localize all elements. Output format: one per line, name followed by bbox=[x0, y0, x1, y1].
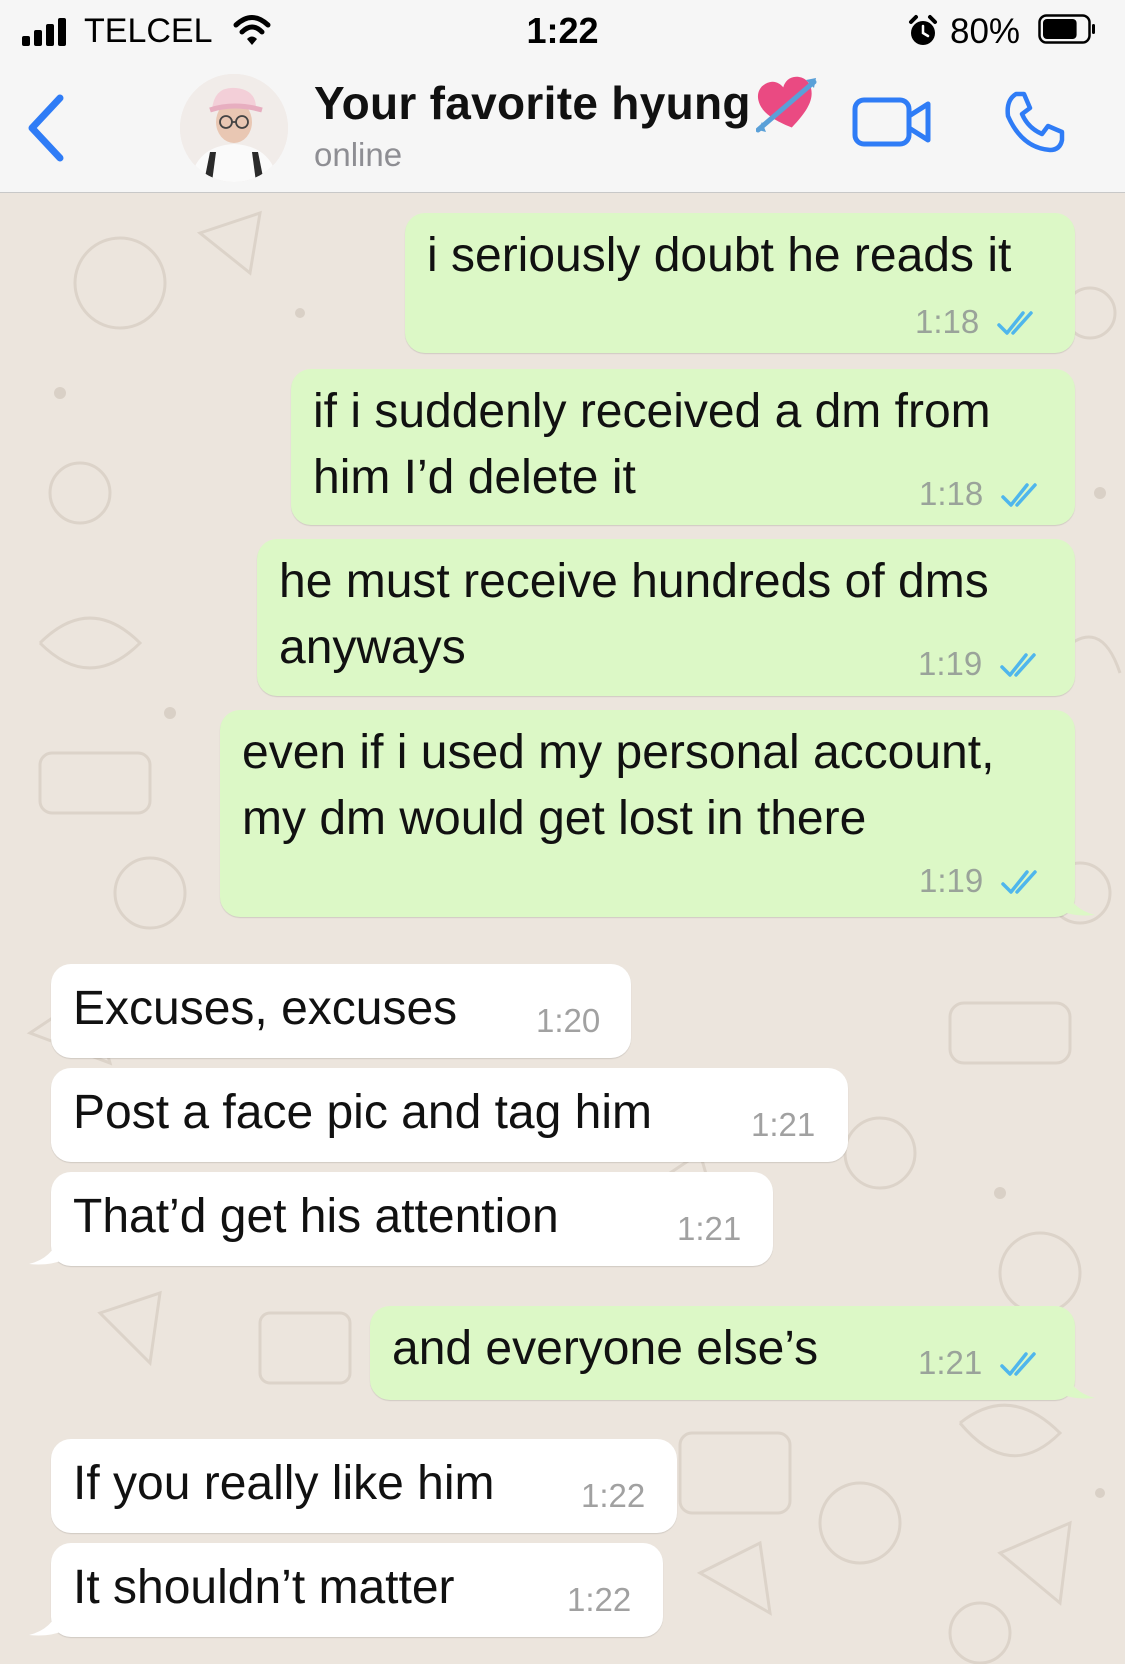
message-text: That’d get his attention bbox=[73, 1190, 559, 1243]
read-receipt-icon bbox=[1000, 653, 1036, 677]
message-text: It shouldn’t matter bbox=[73, 1561, 455, 1614]
bubble-tail bbox=[29, 1607, 63, 1636]
outgoing-message[interactable]: and everyone else’s 1:21 bbox=[370, 1306, 1095, 1400]
incoming-message[interactable]: Excuses, excuses 1:20 bbox=[51, 964, 631, 1058]
incoming-message[interactable]: Post a face pic and tag him 1:21 bbox=[51, 1068, 848, 1162]
read-receipt-icon bbox=[1000, 1352, 1036, 1376]
read-receipt-icon bbox=[1001, 483, 1037, 507]
message-text: Excuses, excuses bbox=[73, 982, 458, 1035]
read-receipt-icon bbox=[1001, 870, 1037, 894]
message-text: he must receive hundreds of dms anyways bbox=[279, 555, 989, 674]
outgoing-message[interactable]: i seriously doubt he reads it 1:18 bbox=[405, 213, 1075, 353]
heart-with-arrow-icon bbox=[756, 76, 817, 133]
chat-area[interactable]: i seriously doubt he reads it 1:18 if i su… bbox=[0, 193, 1125, 1664]
message-timestamp: 1:22 bbox=[581, 1477, 646, 1514]
bubble-tail bbox=[29, 1236, 63, 1265]
message-timestamp: 1:19 bbox=[918, 645, 983, 682]
avatar-photo bbox=[180, 74, 288, 182]
incoming-message[interactable]: It shouldn’t matter 1:22 bbox=[29, 1543, 663, 1637]
message-timestamp: 1:21 bbox=[751, 1106, 816, 1143]
video-call-icon[interactable] bbox=[852, 94, 932, 150]
message-timestamp: 1:18 bbox=[915, 303, 980, 340]
message-text: if i suddenly received a dm from him I’d… bbox=[313, 385, 991, 504]
message-text: If you really like him bbox=[73, 1457, 495, 1510]
read-receipt-icon bbox=[997, 311, 1033, 335]
incoming-message[interactable]: That’d get his attention 1:21 bbox=[29, 1172, 773, 1266]
message-timestamp: 1:19 bbox=[919, 862, 984, 899]
contact-avatar[interactable] bbox=[180, 74, 288, 182]
battery-percentage: 80% bbox=[950, 12, 1021, 51]
message-text: and everyone else’s bbox=[392, 1322, 819, 1375]
message-timestamp: 1:21 bbox=[918, 1344, 983, 1381]
chat-header: Your favorite hyung online bbox=[0, 62, 1125, 193]
message-timestamp: 1:20 bbox=[536, 1002, 601, 1039]
bubble-tail bbox=[1061, 1370, 1095, 1399]
message-timestamp: 1:22 bbox=[567, 1581, 632, 1618]
message-text: Post a face pic and tag him bbox=[73, 1086, 652, 1139]
outgoing-message[interactable]: he must receive hundreds of dms anyways 1… bbox=[257, 539, 1075, 696]
contact-status: online bbox=[314, 136, 403, 173]
status-bar: TELCEL 1:22 80% bbox=[0, 0, 1125, 62]
battery-icon bbox=[1038, 14, 1095, 44]
message-timestamp: 1:21 bbox=[677, 1210, 742, 1247]
message-text: even if i used my personal account, my d… bbox=[242, 726, 995, 845]
incoming-message[interactable]: If you really like him 1:22 bbox=[51, 1439, 677, 1533]
back-chevron-icon[interactable] bbox=[22, 90, 72, 166]
contact-name[interactable]: Your favorite hyung bbox=[314, 76, 751, 130]
phone-call-icon[interactable] bbox=[1002, 90, 1066, 154]
outgoing-message[interactable]: if i suddenly received a dm from him I’d… bbox=[291, 369, 1075, 525]
alarm-icon bbox=[909, 15, 937, 45]
outgoing-message[interactable]: even if i used my personal account, my d… bbox=[220, 710, 1095, 917]
message-text: i seriously doubt he reads it bbox=[427, 229, 1012, 282]
bubble-tail bbox=[1061, 887, 1095, 916]
message-timestamp: 1:18 bbox=[919, 475, 984, 512]
